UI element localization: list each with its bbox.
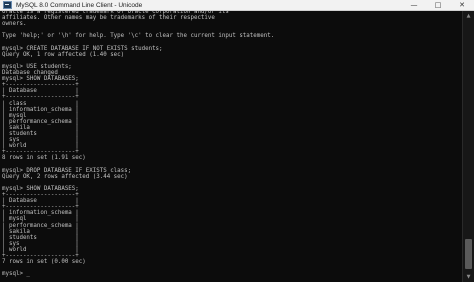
title-bar[interactable]: MySQL 8.0 Command Line Client - Unicode …: [0, 0, 474, 11]
vertical-scrollbar[interactable]: ▲ ▼: [462, 11, 474, 282]
console-line: 7 rows in set (0.00 sec): [2, 259, 86, 266]
console-line: mysql> _: [2, 271, 30, 278]
scroll-down-icon[interactable]: ▼: [463, 272, 474, 282]
scrollbar-thumb[interactable]: [465, 239, 472, 269]
scroll-up-icon[interactable]: ▲: [463, 11, 474, 21]
window-controls: — □ ✕: [402, 0, 474, 11]
mysql-app-icon: [3, 1, 12, 9]
console-line: Query OK, 1 row affected (1.40 sec): [2, 51, 125, 58]
console-line: owners.: [2, 21, 27, 28]
console-line: Query OK, 2 rows affected (3.44 sec): [2, 173, 128, 180]
console-output[interactable]: Oracle is a registered trademark of Orac…: [0, 11, 462, 282]
minimize-icon[interactable]: —: [402, 0, 426, 11]
window-title: MySQL 8.0 Command Line Client - Unicode: [16, 2, 143, 9]
console-line: 8 rows in set (1.91 sec): [2, 155, 86, 162]
console-line: Type 'help;' or '\h' for help. Type '\c'…: [2, 33, 275, 40]
console-window: MySQL 8.0 Command Line Client - Unicode …: [0, 0, 474, 282]
console-line: affiliates. Other names may be trademark…: [2, 15, 215, 22]
close-icon[interactable]: ✕: [450, 0, 474, 11]
maximize-icon[interactable]: □: [426, 0, 450, 11]
